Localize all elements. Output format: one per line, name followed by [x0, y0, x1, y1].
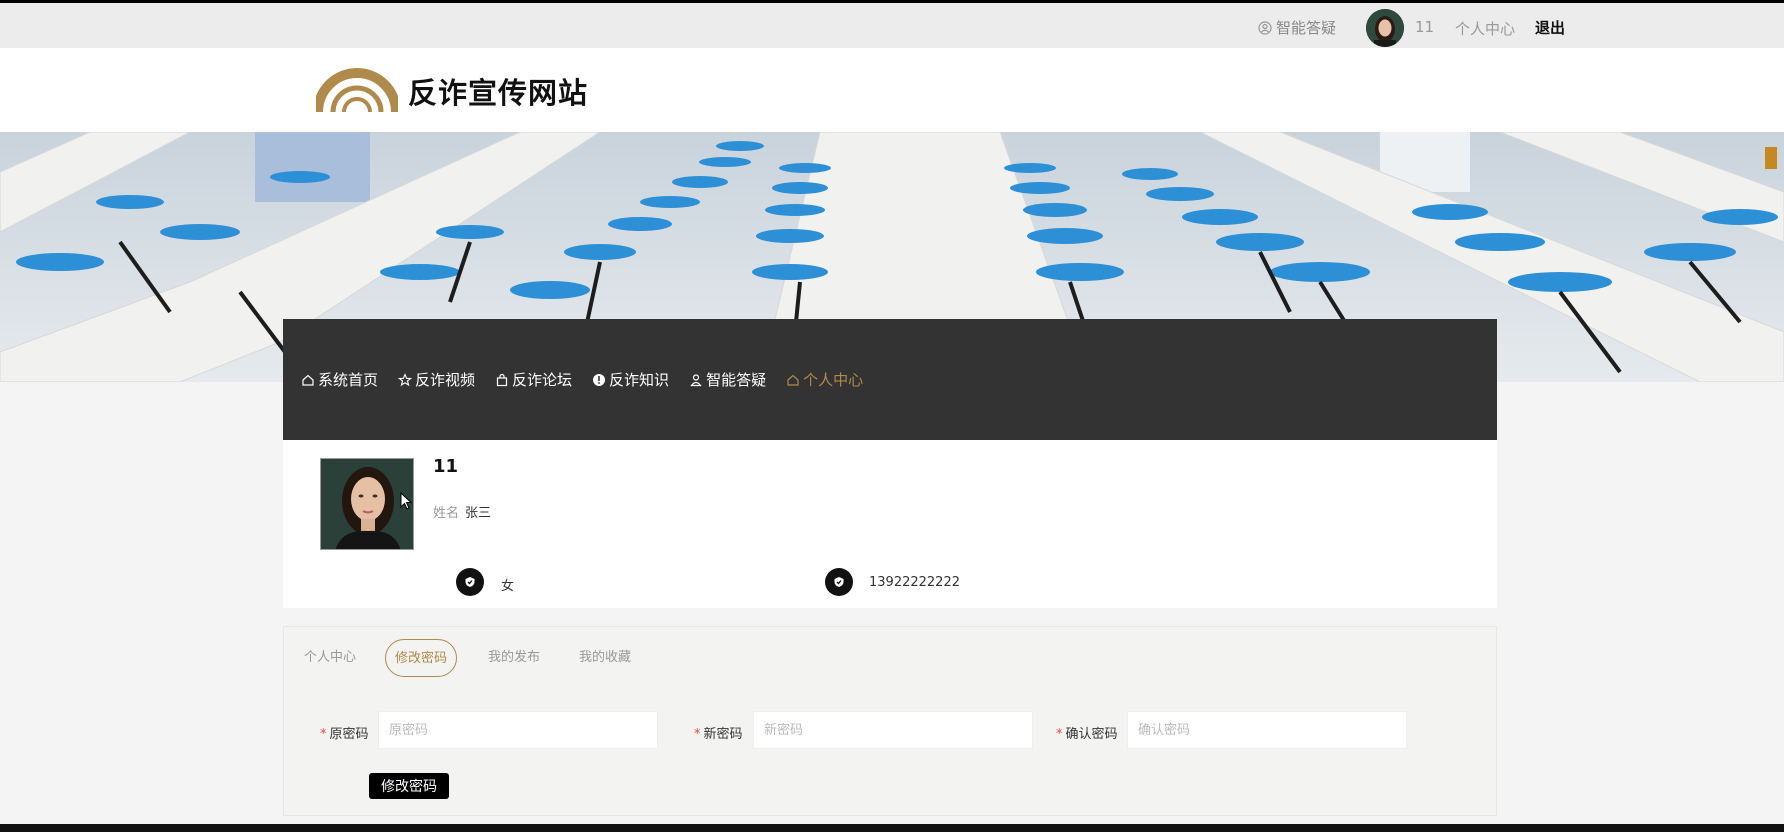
top-qa-label: 智能答疑 [1276, 19, 1337, 37]
change-password-button[interactable]: 修改密码 [369, 773, 449, 799]
phone-badge [825, 568, 853, 596]
nav-item-label: 反诈论坛 [512, 371, 573, 389]
logout-link[interactable]: 退出 [1535, 17, 1565, 38]
mouse-cursor-icon [400, 492, 412, 510]
nav-item-label: 个人中心 [803, 371, 864, 389]
home-icon [302, 374, 314, 386]
new-password-input[interactable] [753, 711, 1033, 749]
nav-item-knowledge[interactable]: 反诈知识 [592, 369, 669, 390]
tab-personal-center[interactable]: 个人中心 [304, 639, 356, 677]
info-icon [593, 373, 606, 386]
phone-value: 13922222222 [869, 575, 960, 590]
top-username[interactable]: 11 [1415, 18, 1434, 36]
tab-my-posts[interactable]: 我的发布 [488, 639, 540, 677]
top-qa-link[interactable]: 智能答疑 [1258, 17, 1336, 38]
bottom-bar [0, 824, 1784, 832]
shield-icon [465, 577, 475, 587]
password-panel: 个人中心 修改密码 我的发布 我的收藏 * 原密码 * 新密码 * 确认密码 修改密码 [283, 626, 1497, 816]
confirm-password-label: * 确认密码 [1056, 727, 1118, 742]
nav-item-label: 系统首页 [318, 371, 379, 389]
name-label: 姓名 [433, 506, 460, 521]
top-bar: 智能答疑 11 个人中心 退出 [0, 0, 1784, 48]
old-password-input[interactable] [378, 711, 658, 749]
logo-icon [316, 68, 398, 113]
nav-item-videos[interactable]: 反诈视频 [398, 369, 475, 390]
new-password-label: * 新密码 [694, 727, 743, 742]
nav-item-forum[interactable]: 反诈论坛 [495, 369, 572, 390]
bag-icon [496, 373, 508, 386]
top-personal-center-link[interactable]: 个人中心 [1455, 18, 1515, 39]
confirm-password-input[interactable] [1127, 711, 1407, 749]
gender-value: 女 [501, 579, 515, 594]
real-name-value: 张三 [465, 506, 492, 521]
nav-item-label: 反诈视频 [415, 371, 476, 389]
main-nav: 系统首页 反诈视频 反诈论坛 反诈知识 智能答疑 个人中心 [283, 319, 1497, 440]
nav-item-qa[interactable]: 智能答疑 [689, 369, 766, 390]
shield-icon [834, 577, 844, 587]
old-password-label: * 原密码 [320, 727, 369, 742]
tab-change-password[interactable]: 修改密码 [385, 639, 458, 677]
site-header: 反诈宣传网站 [0, 48, 1784, 132]
profile-username: 11 [433, 456, 459, 477]
nav-item-personal-center[interactable]: 个人中心 [786, 369, 863, 390]
nav-item-label: 智能答疑 [706, 371, 767, 389]
star-icon [398, 372, 413, 386]
gender-badge [456, 568, 484, 596]
user-circle-icon [1258, 20, 1272, 35]
site-title[interactable]: 反诈宣传网站 [408, 70, 588, 112]
top-avatar[interactable] [1366, 9, 1404, 47]
nav-item-label: 反诈知识 [609, 371, 670, 389]
user-icon [690, 373, 702, 386]
home-icon [787, 374, 799, 386]
tab-my-favorites[interactable]: 我的收藏 [579, 639, 631, 677]
profile-card: 11 姓名 张三 女 13922222222 [283, 440, 1497, 608]
nav-item-home[interactable]: 系统首页 [301, 369, 378, 390]
